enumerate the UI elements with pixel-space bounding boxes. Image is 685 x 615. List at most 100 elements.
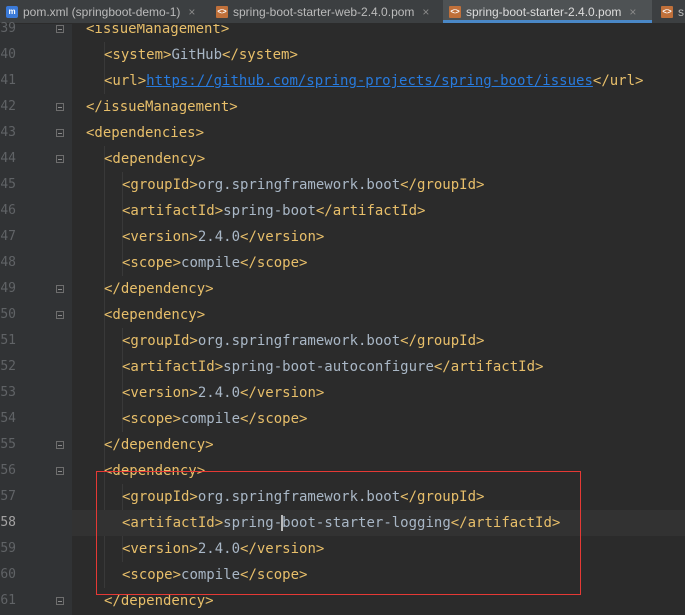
code-line[interactable]: <version>2.4.0</version> <box>72 380 685 406</box>
xml-tag: <scope> <box>122 411 182 427</box>
xml-tag: </dependency> <box>104 593 214 609</box>
code-line[interactable]: </dependency> <box>72 432 685 458</box>
xml-tag: </groupId> <box>400 177 485 193</box>
line-number: 42 <box>0 99 16 114</box>
code-line[interactable]: <system>GitHub</system> <box>72 42 685 68</box>
fold-toggle-icon[interactable] <box>56 467 64 475</box>
xml-text: compile <box>181 255 241 271</box>
xml-tag: </url> <box>592 73 644 89</box>
editor-tab[interactable]: <> s <box>655 0 685 23</box>
xml-text: spring- <box>223 515 283 531</box>
code-line[interactable]: <dependencies> <box>72 120 685 146</box>
xml-tag: <groupId> <box>122 333 198 349</box>
xml-tag: <url> <box>104 73 147 89</box>
line-number: 43 <box>0 125 16 140</box>
code-line[interactable]: </dependency> <box>72 588 685 614</box>
xml-tag: <scope> <box>122 567 182 583</box>
xml-tag: <version> <box>122 229 198 245</box>
xml-text: GitHub <box>171 47 223 63</box>
code-line[interactable]: <version>2.4.0</version> <box>72 224 685 250</box>
code-line[interactable]: <dependency> <box>72 146 685 172</box>
xml-text: 2.4.0 <box>197 229 241 245</box>
xml-tag: <version> <box>122 385 198 401</box>
line-number: 41 <box>0 73 16 88</box>
line-number: 45 <box>0 177 16 192</box>
xml-tag: </system> <box>222 47 298 63</box>
line-number: 40 <box>0 47 16 62</box>
line-number: 55 <box>0 437 16 452</box>
code-line[interactable]: <artifactId>spring-boot</artifactId> <box>72 198 685 224</box>
line-number: 54 <box>0 411 16 426</box>
fold-toggle-icon[interactable] <box>56 129 64 137</box>
xml-text: org.springframework.boot <box>197 333 401 349</box>
code-line[interactable]: <groupId>org.springframework.boot</group… <box>72 328 685 354</box>
close-tab-icon[interactable]: × <box>422 5 429 19</box>
fold-toggle-icon[interactable] <box>56 155 64 163</box>
xml-tag: </artifactId> <box>433 359 544 375</box>
xml-tag: <dependency> <box>104 463 206 479</box>
code-line[interactable]: </issueManagement> <box>72 94 685 120</box>
line-number: 52 <box>0 359 16 374</box>
xml-file-icon: <> <box>449 5 461 18</box>
xml-tag: <groupId> <box>122 489 198 505</box>
xml-tag: </scope> <box>240 567 308 583</box>
fold-toggle-icon[interactable] <box>56 311 64 319</box>
xml-tag: </artifactId> <box>450 515 561 531</box>
fold-toggle-icon[interactable] <box>56 103 64 111</box>
line-number: 44 <box>0 151 16 166</box>
tab-label: pom.xml (springboot-demo-1) <box>23 4 181 19</box>
line-number: 50 <box>0 307 16 322</box>
code-line[interactable]: <dependency> <box>72 458 685 484</box>
line-number: 56 <box>0 463 16 478</box>
line-number-gutter[interactable]: 39 40 41 42 43 44 45 46 47 48 49 50 51 52 53 54 55 56 57 58… <box>0 21 72 615</box>
code-line[interactable]: <issueManagement> <box>72 24 685 42</box>
code-line[interactable]: <artifactId>spring-boot-autoconfigure</a… <box>72 354 685 380</box>
xml-text: boot-starter-logging <box>282 515 451 531</box>
close-tab-icon[interactable]: × <box>629 5 636 19</box>
code-line[interactable]: <groupId>org.springframework.boot</group… <box>72 172 685 198</box>
xml-tag: </dependency> <box>104 281 214 297</box>
code-line[interactable]: <scope>compile</scope> <box>72 250 685 276</box>
code-line[interactable]: <version>2.4.0</version> <box>72 536 685 562</box>
url-link[interactable]: https://github.com/spring-projects/sprin… <box>146 73 593 89</box>
xml-tag: </groupId> <box>400 489 485 505</box>
line-number: 39 <box>0 21 16 36</box>
tab-label: s <box>678 4 684 19</box>
line-number: 51 <box>0 333 16 348</box>
xml-text: compile <box>181 411 241 427</box>
xml-file-icon: <> <box>661 5 673 18</box>
code-line[interactable]: <url>https://github.com/spring-projects/… <box>72 68 685 94</box>
code-line[interactable]: <scope>compile</scope> <box>72 562 685 588</box>
code-line[interactable]: <artifactId>spring-boot-starter-logging<… <box>72 510 685 536</box>
code-line[interactable]: <dependency> <box>72 302 685 328</box>
code-line[interactable]: <scope>compile</scope> <box>72 406 685 432</box>
line-number: 60 <box>0 567 16 582</box>
xml-tag: </groupId> <box>400 333 485 349</box>
xml-text: 2.4.0 <box>197 541 241 557</box>
line-number: 48 <box>0 255 16 270</box>
code-line[interactable]: </dependency> <box>72 276 685 302</box>
editor-tab[interactable]: <> spring-boot-starter-web-2.4.0.pom × <box>210 0 440 23</box>
tab-label: spring-boot-starter-web-2.4.0.pom <box>233 4 415 19</box>
line-number: 61 <box>0 593 16 608</box>
fold-toggle-icon[interactable] <box>56 285 64 293</box>
fold-toggle-icon[interactable] <box>56 441 64 449</box>
line-number: 58 <box>0 515 16 530</box>
close-tab-icon[interactable]: × <box>188 5 195 19</box>
xml-text: spring-boot <box>223 203 316 219</box>
fold-toggle-icon[interactable] <box>56 597 64 605</box>
xml-tag: <system> <box>104 47 172 63</box>
xml-tag: <dependencies> <box>86 125 205 141</box>
xml-tag: </version> <box>240 229 325 245</box>
xml-tag: </issueManagement> <box>86 99 238 115</box>
xml-tag: </artifactId> <box>315 203 426 219</box>
editor-tab[interactable]: m pom.xml (springboot-demo-1) × <box>0 0 198 23</box>
code-line[interactable]: <groupId>org.springframework.boot</group… <box>72 484 685 510</box>
xml-tag: <version> <box>122 541 198 557</box>
xml-text: spring-boot-autoconfigure <box>223 359 434 375</box>
line-number: 47 <box>0 229 16 244</box>
xml-tag: <artifactId> <box>122 203 224 219</box>
code-editor[interactable]: <issueManagement> <system>GitHub</system>… <box>72 24 685 615</box>
fold-toggle-icon[interactable] <box>56 25 64 33</box>
editor-tab[interactable]: <> spring-boot-starter-2.4.0.pom × <box>443 0 652 23</box>
